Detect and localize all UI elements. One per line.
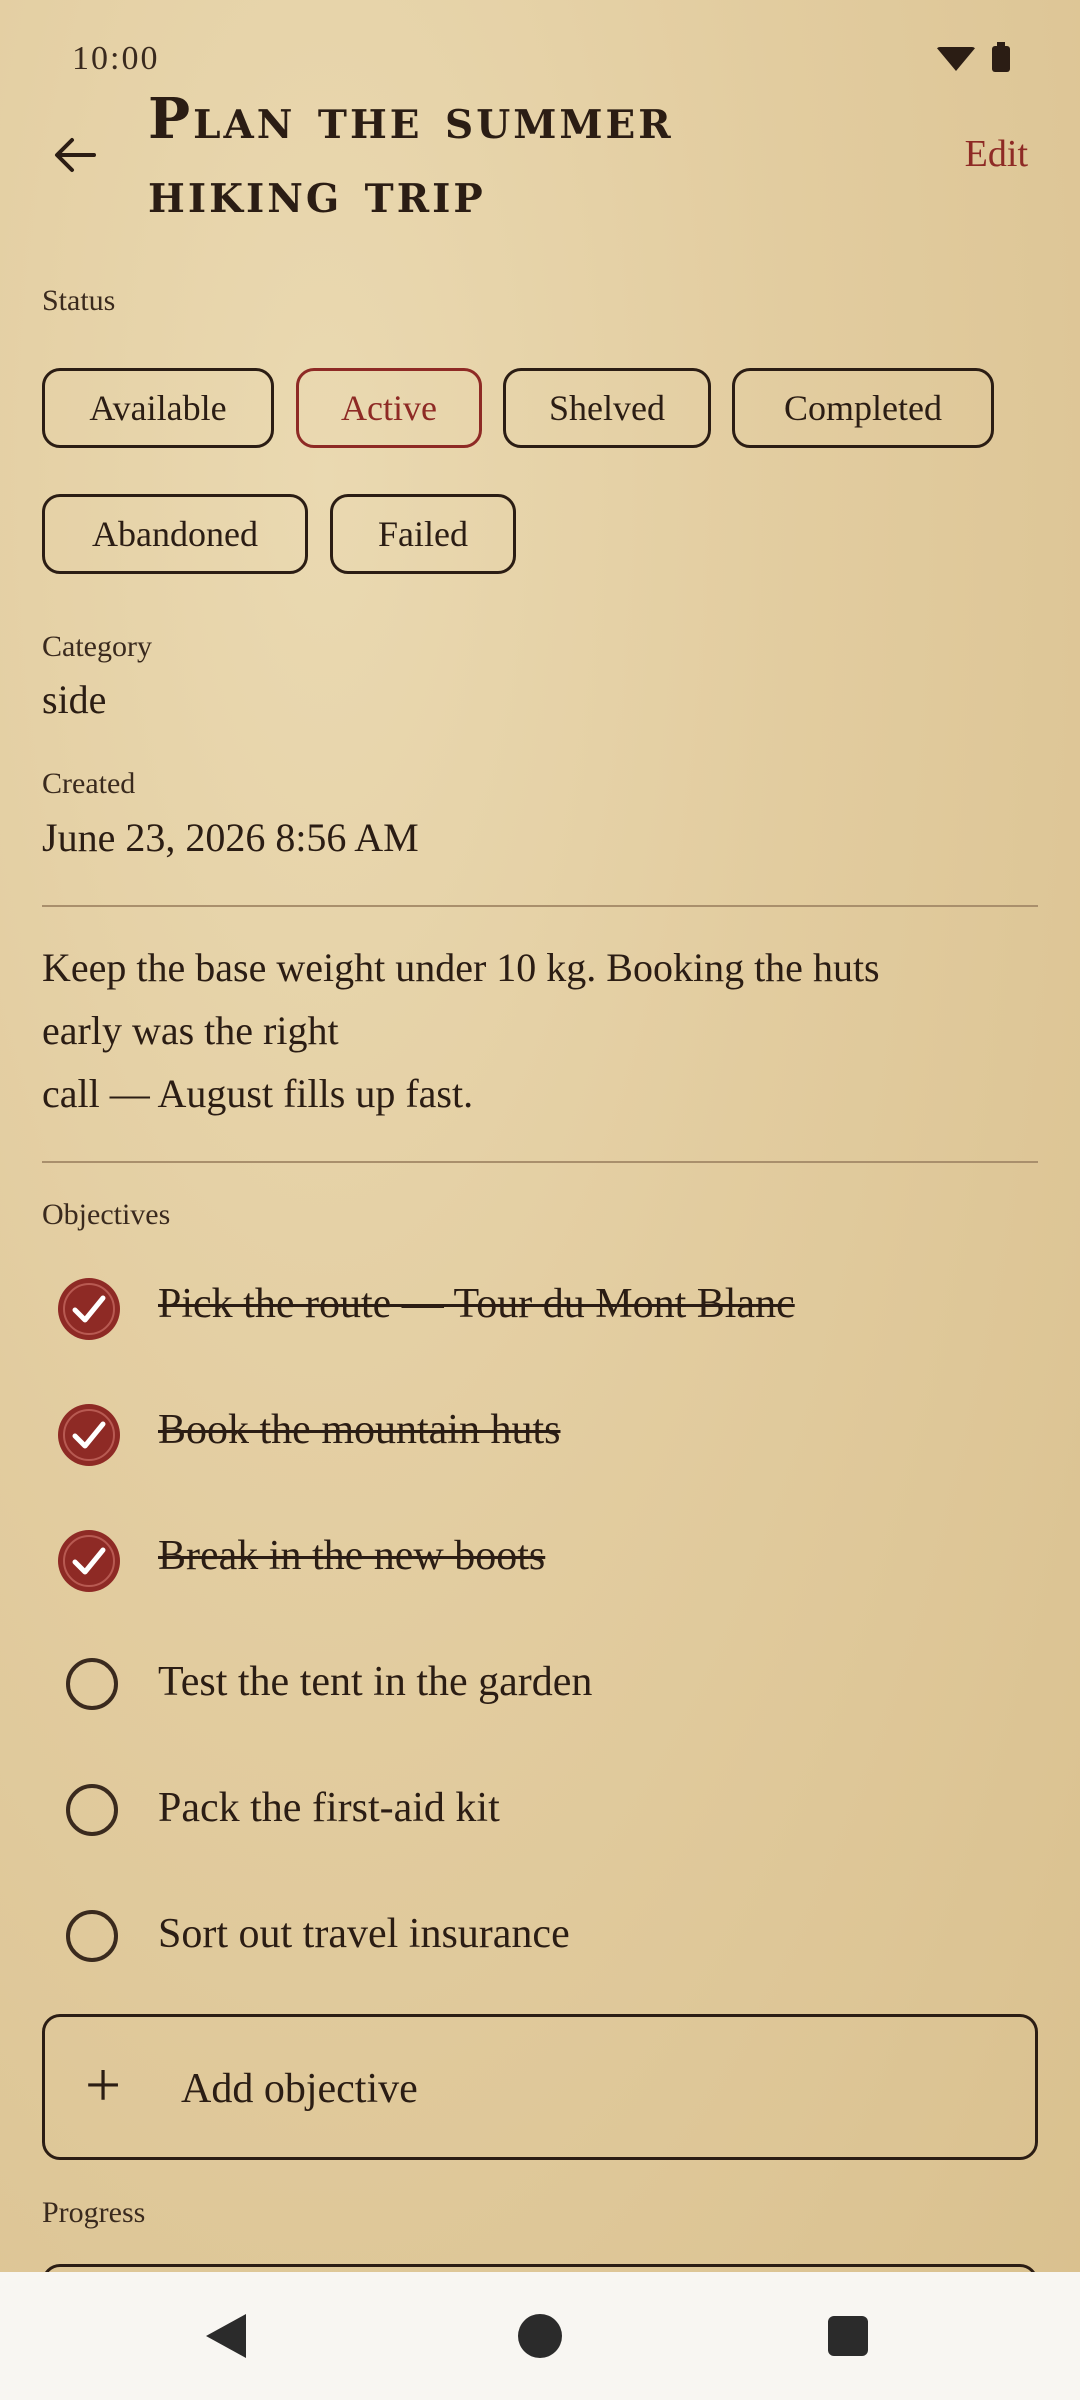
edit-button[interactable]: Edit (965, 132, 1028, 176)
page-title: Plan the summer hiking trip (148, 86, 674, 226)
unchecked-circle-icon[interactable] (66, 1910, 118, 1962)
wax-seal-check-icon[interactable] (56, 1276, 122, 1342)
objective-item[interactable]: Test the tent in the garden (42, 1628, 1038, 1738)
objective-item[interactable]: Break in the new boots (42, 1502, 1038, 1612)
wax-seal-check-icon[interactable] (56, 1528, 122, 1594)
status-chip-abandoned[interactable]: Abandoned (42, 494, 308, 574)
objective-text: Test the tent in the garden (158, 1659, 593, 1705)
objectives-label: Objectives (42, 1198, 171, 1231)
notes-line: early was the right (42, 1008, 339, 1053)
status-chip-failed[interactable]: Failed (330, 494, 516, 574)
nav-home-icon[interactable] (518, 2314, 562, 2358)
status-label: Status (42, 284, 116, 317)
objective-text: Book the mountain huts (158, 1407, 561, 1453)
objective-text: Pack the first-aid kit (158, 1785, 500, 1831)
battery-icon (992, 42, 1010, 72)
objective-item[interactable]: Pack the first-aid kit (42, 1754, 1038, 1864)
add-objective-label: Add objective (181, 2066, 418, 2112)
notes-line: call — August fills up fast. (42, 1071, 474, 1116)
category-label: Category (42, 630, 152, 663)
created-label: Created (42, 767, 136, 800)
system-nav-bar (0, 2272, 1080, 2400)
objective-text: Pick the route — Tour du Mont Blanc (158, 1281, 795, 1327)
objective-item[interactable]: Book the mountain huts (42, 1376, 1038, 1486)
category-value: side (42, 677, 107, 722)
created-value: June 23, 2026 8:56 AM (42, 815, 419, 860)
nav-recents-icon[interactable] (828, 2316, 868, 2356)
status-time: 10:00 (72, 40, 160, 77)
progress-label: Progress (42, 2196, 146, 2229)
objective-item[interactable]: Sort out travel insurance (42, 1880, 1038, 1990)
plus-icon: + (85, 2049, 122, 2120)
status-icons (936, 42, 1010, 72)
wax-seal-check-icon[interactable] (56, 1402, 122, 1468)
status-chip-completed[interactable]: Completed (732, 368, 994, 448)
divider (42, 905, 1038, 907)
objective-text: Sort out travel insurance (158, 1911, 570, 1957)
unchecked-circle-icon[interactable] (66, 1784, 118, 1836)
objective-item[interactable]: Pick the route — Tour du Mont Blanc (42, 1250, 1038, 1360)
add-objective-button[interactable]: + Add objective (42, 2014, 1038, 2160)
status-chip-available[interactable]: Available (42, 368, 274, 448)
notes-text: Keep the base weight under 10 kg. Bookin… (42, 936, 1042, 1125)
nav-back-icon[interactable] (206, 2314, 246, 2358)
divider (42, 1161, 1038, 1163)
notes-line: Keep the base weight under 10 kg. Bookin… (42, 945, 880, 990)
status-chip-active[interactable]: Active (296, 368, 482, 448)
wifi-icon (936, 47, 976, 71)
objective-text: Break in the new boots (158, 1533, 546, 1579)
unchecked-circle-icon[interactable] (66, 1658, 118, 1710)
back-arrow-icon[interactable] (50, 130, 100, 180)
status-chip-shelved[interactable]: Shelved (503, 368, 711, 448)
